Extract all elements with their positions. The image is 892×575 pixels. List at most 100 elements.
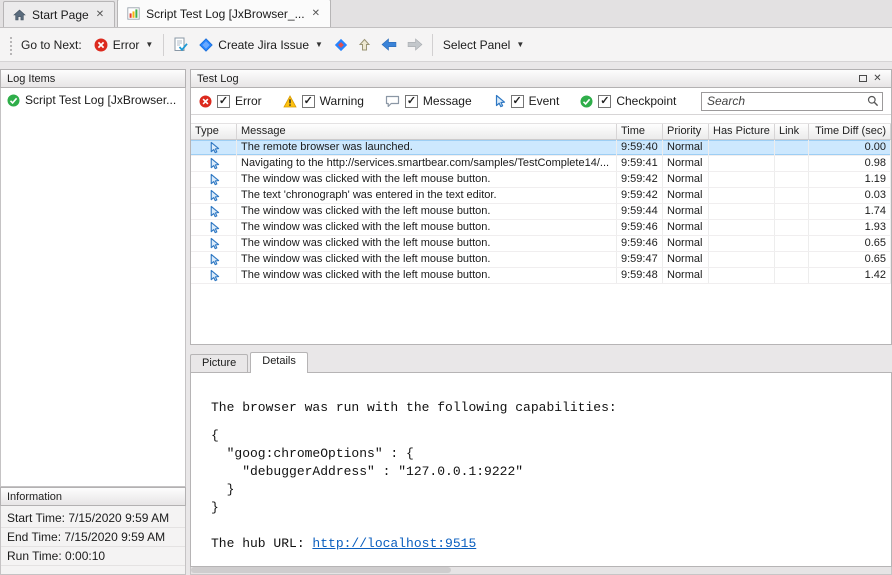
error-checkbox[interactable]: ✓ — [217, 95, 230, 108]
filter-event[interactable]: ✓ Event — [493, 94, 560, 108]
column-header-priority[interactable]: Priority — [663, 124, 709, 139]
column-header-time-diff[interactable]: Time Diff (sec) — [809, 124, 891, 139]
log-row[interactable]: The text 'chronograph' was entered in th… — [191, 188, 891, 204]
cell-priority: Normal — [663, 252, 709, 267]
go-to-parent-button[interactable] — [353, 34, 376, 56]
cell-message: The window was clicked with the left mou… — [237, 236, 617, 251]
cell-time-diff: 1.74 — [809, 204, 891, 219]
navigate-back-button[interactable] — [376, 34, 402, 55]
scrollbar-thumb[interactable] — [191, 567, 451, 573]
log-row[interactable]: The window was clicked with the left mou… — [191, 252, 891, 268]
message-checkbox[interactable]: ✓ — [405, 95, 418, 108]
test-log-icon — [127, 7, 140, 20]
cell-time-diff: 0.98 — [809, 156, 891, 171]
cell-message: Navigating to the http://services.smartb… — [237, 156, 617, 171]
hub-url-label: The hub URL: — [211, 536, 312, 551]
select-panel-label: Select Panel — [443, 38, 510, 52]
test-log-title-bar: Test Log ✕ — [190, 69, 892, 88]
information-body: Start Time: 7/15/2020 9:59 AM End Time: … — [0, 506, 186, 575]
select-panel-button[interactable]: Select Panel ▼ — [437, 34, 530, 56]
tab-script-test-log[interactable]: Script Test Log [JxBrowser_... ✕ — [117, 0, 331, 27]
filter-message[interactable]: ✓ Message — [385, 94, 472, 108]
end-time-text: End Time: 7/15/2020 9:59 AM — [1, 528, 185, 547]
filter-label: Message — [423, 94, 472, 108]
jira-logo-button[interactable] — [329, 34, 353, 56]
filter-checkpoint[interactable]: ✓ Checkpoint — [580, 94, 676, 108]
chevron-down-icon: ▼ — [516, 40, 524, 49]
event-icon — [191, 156, 237, 171]
tab-label: Start Page — [32, 8, 89, 22]
warning-checkbox[interactable]: ✓ — [302, 95, 315, 108]
tab-picture[interactable]: Picture — [190, 354, 248, 373]
cell-time-diff: 1.42 — [809, 268, 891, 283]
log-table-body: The remote browser was launched.9:59:40N… — [191, 140, 891, 284]
cell-time: 9:59:46 — [617, 220, 663, 235]
chevron-down-icon: ▼ — [145, 40, 153, 49]
go-to-next-label: Go to Next: — [21, 38, 82, 52]
column-header-has-picture[interactable]: Has Picture — [709, 124, 775, 139]
checkpoint-checkbox[interactable]: ✓ — [598, 95, 611, 108]
filter-label: Error — [235, 94, 262, 108]
tab-details[interactable]: Details — [250, 352, 308, 373]
cell-time: 9:59:44 — [617, 204, 663, 219]
post-defect-button[interactable] — [168, 33, 193, 56]
cell-time: 9:59:40 — [617, 140, 663, 155]
cell-link — [775, 204, 809, 219]
tab-start-page[interactable]: Start Page ✕ — [3, 1, 115, 27]
go-to-next-error-button[interactable]: Error ▼ — [88, 34, 160, 56]
filter-error[interactable]: ✓ Error — [199, 94, 262, 108]
column-header-link[interactable]: Link — [775, 124, 809, 139]
cell-has-picture — [709, 236, 775, 251]
tree-item-script-test-log[interactable]: Script Test Log [JxBrowser... — [1, 88, 185, 110]
cell-priority: Normal — [663, 220, 709, 235]
log-row[interactable]: The window was clicked with the left mou… — [191, 172, 891, 188]
cell-has-picture — [709, 220, 775, 235]
cell-has-picture — [709, 172, 775, 187]
main-toolbar: Go to Next: Error ▼ Create Jira Issue ▼ — [0, 28, 892, 62]
cell-time: 9:59:47 — [617, 252, 663, 267]
event-checkbox[interactable]: ✓ — [511, 95, 524, 108]
cell-message: The window was clicked with the left mou… — [237, 204, 617, 219]
log-row[interactable]: The window was clicked with the left mou… — [191, 204, 891, 220]
test-log-title: Test Log — [197, 73, 855, 85]
event-icon — [191, 204, 237, 219]
event-icon — [191, 252, 237, 267]
column-header-message[interactable]: Message — [237, 124, 617, 139]
close-panel-button[interactable]: ✕ — [870, 71, 885, 86]
log-row[interactable]: The window was clicked with the left mou… — [191, 268, 891, 284]
cell-time: 9:59:48 — [617, 268, 663, 283]
log-row[interactable]: The window was clicked with the left mou… — [191, 220, 891, 236]
filter-label: Event — [529, 94, 560, 108]
navigate-forward-button[interactable] — [402, 34, 428, 55]
filter-warning[interactable]: ✓ Warning — [283, 94, 364, 108]
back-arrow-icon — [381, 38, 397, 51]
search-input[interactable] — [701, 92, 883, 111]
cell-message: The window was clicked with the left mou… — [237, 220, 617, 235]
error-button-label: Error — [113, 38, 140, 52]
forward-arrow-icon — [407, 38, 423, 51]
details-horizontal-scrollbar[interactable] — [190, 567, 892, 575]
event-icon — [191, 220, 237, 235]
close-icon[interactable]: ✕ — [95, 9, 105, 20]
cell-has-picture — [709, 156, 775, 171]
event-icon — [191, 140, 237, 155]
cell-has-picture — [709, 204, 775, 219]
log-items-title: Log Items — [7, 73, 55, 85]
log-row[interactable]: Navigating to the http://services.smartb… — [191, 156, 891, 172]
column-header-type[interactable]: Type — [191, 124, 237, 139]
cell-link — [775, 188, 809, 203]
information-title: Information — [7, 491, 62, 503]
log-row[interactable]: The window was clicked with the left mou… — [191, 236, 891, 252]
close-icon[interactable]: ✕ — [311, 8, 321, 19]
cell-priority: Normal — [663, 140, 709, 155]
hub-url-link[interactable]: http://localhost:9515 — [312, 536, 476, 551]
cell-message: The text 'chronograph' was entered in th… — [237, 188, 617, 203]
column-header-time[interactable]: Time — [617, 124, 663, 139]
tab-label: Script Test Log [JxBrowser_... — [146, 7, 305, 21]
log-row[interactable]: The remote browser was launched.9:59:40N… — [191, 140, 891, 156]
create-jira-issue-button[interactable]: Create Jira Issue ▼ — [193, 34, 329, 56]
cell-message: The window was clicked with the left mou… — [237, 252, 617, 267]
float-panel-button[interactable] — [855, 71, 870, 86]
toolbar-grip[interactable] — [8, 35, 13, 55]
warning-icon — [283, 95, 297, 108]
